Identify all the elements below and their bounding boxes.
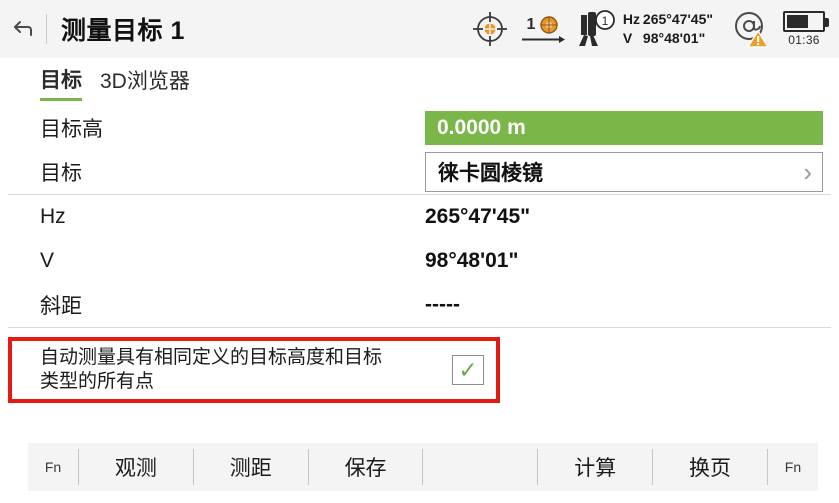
hz-label: Hz — [40, 205, 66, 228]
bottom-toolbar: Fn 观测 测距 保存 计算 换页 Fn — [28, 443, 818, 491]
prism-count-icon[interactable]: 1 — [521, 15, 565, 44]
target-label: 目标 — [40, 162, 82, 185]
auto-measure-checkbox[interactable]: ✓ — [452, 355, 484, 385]
tab-3d-viewer[interactable]: 3D浏览器 — [100, 65, 190, 99]
hz-value: 265°47'45" — [425, 205, 531, 228]
row-hz: Hz 265°47'45" — [0, 195, 839, 239]
chevron-right-icon[interactable]: › — [803, 159, 812, 185]
battery-fill — [787, 15, 809, 28]
slope-distance-value: ----- — [425, 293, 460, 316]
svg-text:1: 1 — [602, 14, 609, 28]
battery-icon — [783, 11, 829, 32]
header-angles: Hz 265°47'45" V 98°48'01" — [623, 10, 713, 48]
app-screen: 测量目标 1 1 1 Hz 265°47'45" V 98°48'01" 01:… — [0, 0, 839, 503]
checkmark-icon: ✓ — [458, 356, 478, 383]
toolbar-empty-slot — [423, 443, 537, 491]
page-title: 测量目标 1 — [61, 17, 185, 45]
calculate-button[interactable]: 计算 — [538, 443, 652, 491]
header-divider — [46, 14, 47, 44]
row-slope-distance: 斜距 ----- — [0, 283, 839, 327]
row-target-height[interactable]: 目标高 0.0000 m — [0, 106, 839, 150]
auto-measure-row[interactable]: 自动测量具有相同定义的目标高度和目标类型的所有点 ✓ — [12, 341, 496, 399]
distance-button[interactable]: 测距 — [194, 443, 308, 491]
row-target[interactable]: 目标 徕卡圆棱镜 › — [0, 150, 839, 194]
observe-button[interactable]: 观测 — [79, 443, 193, 491]
target-height-label: 目标高 — [40, 118, 103, 141]
target-form: 目标高 0.0000 m 目标 徕卡圆棱镜 › Hz 265°47'45" V … — [0, 106, 839, 328]
prism-icon — [540, 15, 559, 34]
form-divider-2 — [8, 327, 831, 328]
arrow-right-icon — [521, 35, 565, 43]
header-bar: 测量目标 1 1 1 Hz 265°47'45" V 98°48'01" 01:… — [0, 0, 839, 58]
tab-target[interactable]: 目标 — [40, 64, 82, 101]
auto-measure-label: 自动测量具有相同定义的目标高度和目标类型的所有点 — [40, 346, 383, 392]
header-status-area: 1 1 Hz 265°47'45" V 98°48'01" 01:36 — [471, 0, 839, 58]
at-sign-warning-icon[interactable] — [731, 9, 771, 49]
battery-time: 01:36 — [788, 33, 820, 47]
header-hz-label: Hz — [622, 11, 641, 28]
v-value: 98°48'01" — [425, 249, 519, 272]
target-height-field[interactable]: 0.0000 m — [425, 111, 823, 145]
target-reticle-icon[interactable] — [471, 10, 509, 48]
header-hz-value: 265°47'45" — [642, 11, 713, 28]
row-v: V 98°48'01" — [0, 239, 839, 283]
target-select[interactable]: 徕卡圆棱镜 › — [425, 152, 823, 192]
page-switch-button[interactable]: 换页 — [653, 443, 767, 491]
tab-bar: 目标 3D浏览器 — [0, 58, 839, 106]
total-station-icon[interactable]: 1 — [575, 9, 615, 49]
slope-distance-label: 斜距 — [40, 295, 82, 318]
target-value: 徕卡圆棱镜 — [438, 162, 543, 185]
target-height-value: 0.0000 m — [437, 116, 526, 139]
back-arrow-icon[interactable] — [0, 0, 46, 58]
battery-indicator[interactable]: 01:36 — [783, 11, 829, 47]
fn-left-button[interactable]: Fn — [28, 443, 78, 491]
header-v-value: 98°48'01" — [642, 30, 706, 46]
header-v-label: V — [622, 30, 633, 46]
fn-right-button[interactable]: Fn — [768, 443, 818, 491]
auto-measure-highlight: 自动测量具有相同定义的目标高度和目标类型的所有点 ✓ — [8, 337, 500, 403]
save-button[interactable]: 保存 — [309, 443, 423, 491]
prism-count-number: 1 — [526, 15, 536, 33]
v-label: V — [40, 249, 55, 272]
